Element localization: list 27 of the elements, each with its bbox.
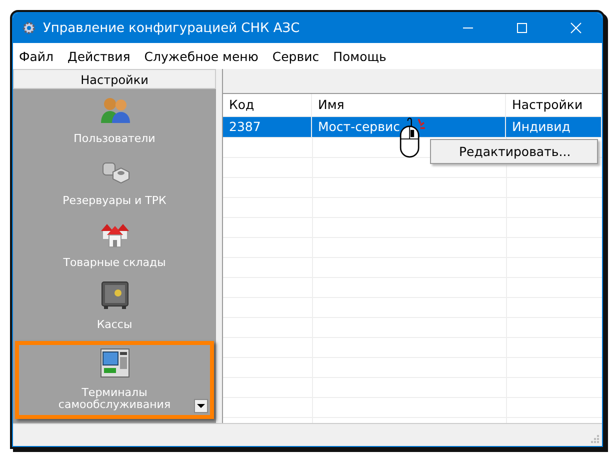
sidebar-item-label: Товарные склады: [62, 257, 167, 269]
table-cell: Индивид: [506, 117, 602, 137]
menu-item[interactable]: Действия: [68, 48, 130, 64]
menu-item[interactable]: Помощь: [333, 48, 386, 64]
sidebar-item-label: Терминалы самообслуживания: [57, 387, 172, 411]
column-header[interactable]: Настройки: [506, 94, 602, 116]
table-row[interactable]: 2387 Мост-сервис Индивид: [223, 117, 602, 138]
sidebar-item-label: Пользователи: [72, 133, 156, 145]
column-header[interactable]: Код: [223, 94, 312, 116]
safe-icon: [98, 279, 130, 311]
menu-item[interactable]: Служебное меню: [144, 48, 258, 64]
sidebar-item-label: Резервуары и ТРК: [62, 195, 168, 207]
table-cell: 2387: [223, 117, 312, 137]
close-icon[interactable]: [570, 22, 582, 34]
resize-grip-icon[interactable]: [590, 434, 600, 444]
caret-icon: [197, 403, 205, 409]
maximize-icon[interactable]: [516, 22, 528, 34]
column-header[interactable]: Имя: [312, 94, 506, 116]
sidebar-item-label: Кассы: [96, 319, 134, 331]
sidebar-header: Настройки: [13, 69, 216, 89]
dropdown-button[interactable]: [194, 399, 208, 413]
menu-item[interactable]: Сервис: [272, 48, 320, 64]
context-menu-item[interactable]: Редактировать...: [431, 140, 597, 163]
window-title: Управление конфигурацией СНК АЗС: [43, 20, 300, 36]
menu-item[interactable]: Файл: [19, 48, 54, 64]
gear-icon: [21, 20, 37, 36]
terminal-kiosk-icon: [98, 347, 130, 379]
